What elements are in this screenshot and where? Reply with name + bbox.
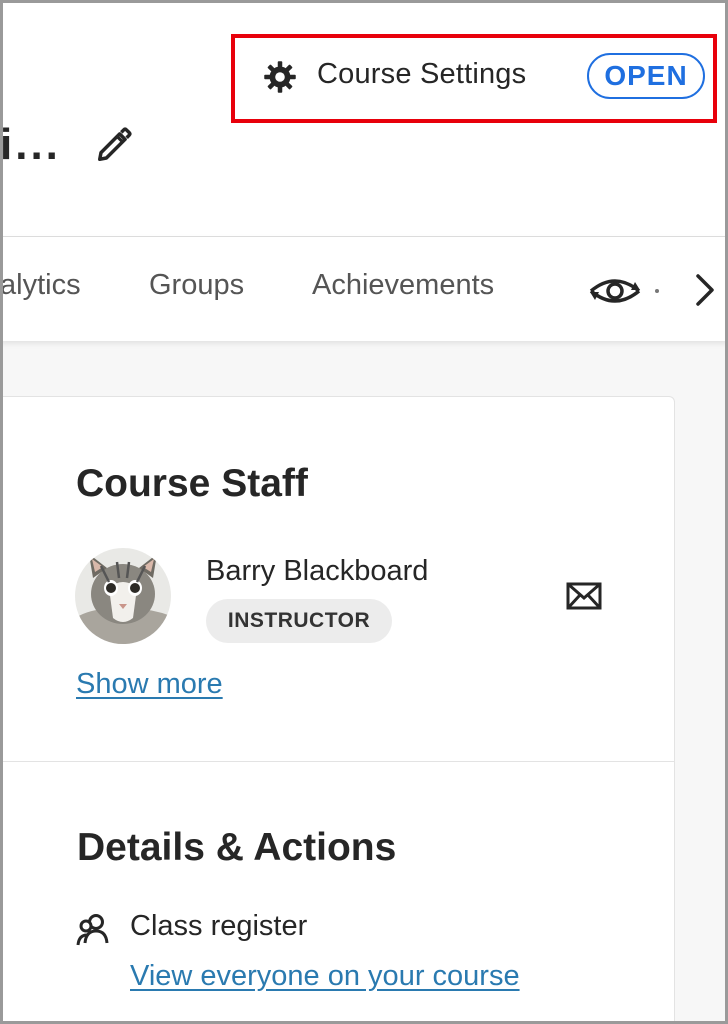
- avatar[interactable]: [75, 548, 171, 644]
- class-register-label: Class register: [130, 910, 308, 942]
- course-settings-button[interactable]: Course Settings OPEN: [231, 34, 717, 123]
- cat-photo: [75, 548, 171, 644]
- course-title[interactable]: i...: [0, 120, 61, 170]
- details-actions-heading: Details & Actions: [77, 826, 397, 869]
- chevron-right-icon[interactable]: [690, 268, 720, 312]
- tab-groups[interactable]: Groups: [149, 269, 244, 302]
- card-divider: [0, 761, 674, 762]
- pencil-icon[interactable]: [95, 126, 133, 164]
- gear-icon: [264, 61, 296, 93]
- eye-refresh-icon[interactable]: [585, 268, 645, 314]
- view-everyone-link[interactable]: View everyone on your course: [130, 960, 520, 993]
- status-badge: OPEN: [587, 53, 705, 99]
- more-tabs-indicator: [655, 289, 659, 293]
- tab-analytics[interactable]: alytics: [0, 269, 81, 302]
- role-badge: INSTRUCTOR: [206, 599, 392, 643]
- course-settings-label: Course Settings: [317, 58, 527, 90]
- course-header: i... Course Settings OPEN: [0, 0, 728, 236]
- course-staff-heading: Course Staff: [76, 462, 308, 505]
- people-icon: [76, 914, 109, 946]
- mail-icon[interactable]: [566, 581, 602, 611]
- tab-achievements[interactable]: Achievements: [312, 269, 494, 302]
- show-more-link[interactable]: Show more: [76, 668, 223, 701]
- staff-name[interactable]: Barry Blackboard: [206, 555, 428, 588]
